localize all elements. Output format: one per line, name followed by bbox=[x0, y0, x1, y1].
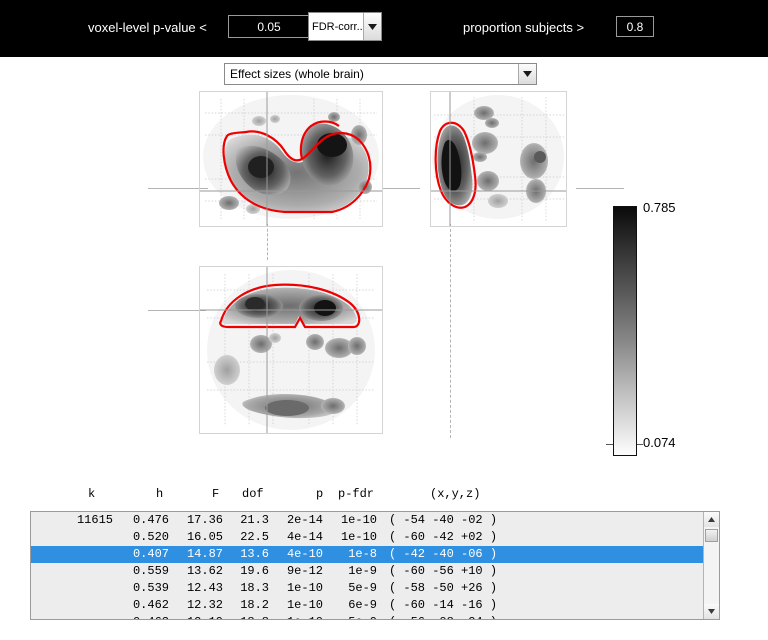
proportion-input[interactable]: 0.8 bbox=[616, 16, 654, 37]
cell-xyz: ( -54 -40 -02 ) bbox=[389, 513, 498, 527]
cell-xyz: ( -60 -14 -16 ) bbox=[389, 598, 498, 612]
pvalue-input-value: 0.05 bbox=[257, 19, 281, 34]
cell-dof: 18.3 bbox=[240, 581, 269, 595]
column-header-xyz: (x,y,z) bbox=[430, 487, 481, 501]
view-mode-dropdown[interactable]: Effect sizes (whole brain) bbox=[224, 63, 537, 85]
cell-F: 12.32 bbox=[186, 598, 223, 612]
cell-p: 2e-14 bbox=[286, 513, 323, 527]
pvalue-label: voxel-level p-value < bbox=[88, 20, 207, 35]
cell-xyz: ( -56 -08 -24 ) bbox=[389, 615, 497, 619]
cell-h: 0.520 bbox=[132, 530, 169, 544]
scroll-down-icon[interactable] bbox=[704, 604, 719, 619]
cell-pfdr: 1e-8 bbox=[348, 547, 377, 561]
cell-xyz: ( -42 -40 -06 ) bbox=[389, 547, 498, 561]
chevron-down-icon bbox=[363, 13, 381, 40]
cell-pfdr: 1e-10 bbox=[340, 513, 377, 527]
table-row[interactable]: 0.463 12.19 18.8 1e-10 5e-9 ( -56 -08 -24 ) bbox=[31, 614, 703, 619]
column-header-pfdr: p-fdr bbox=[338, 487, 375, 501]
cell-F: 12.43 bbox=[186, 581, 223, 595]
cell-h: 0.407 bbox=[132, 547, 169, 561]
table-row[interactable]: 0.407 14.87 13.6 4e-10 1e-8 ( -42 -40 -06 ) bbox=[31, 546, 703, 563]
cell-h: 0.476 bbox=[132, 513, 169, 527]
cell-p: 4e-10 bbox=[286, 547, 323, 561]
cell-F: 16.05 bbox=[186, 530, 223, 544]
results-table-scrollbar[interactable] bbox=[703, 512, 719, 619]
table-row[interactable]: 11615 0.476 17.36 21.3 2e-14 1e-10 ( -54 -40 -… bbox=[31, 512, 703, 529]
cell-xyz: ( -60 -42 +02 ) bbox=[389, 530, 498, 544]
cell-p: 4e-14 bbox=[286, 530, 323, 544]
column-header-h: h bbox=[156, 487, 164, 501]
cell-dof: 13.6 bbox=[240, 547, 269, 561]
crosshair-guide-lower-left bbox=[148, 310, 206, 311]
table-row[interactable]: 0.559 13.62 19.6 9e-12 1e-9 ( -60 -56 +10 ) bbox=[31, 563, 703, 580]
cell-xyz: ( -58 -50 +26 ) bbox=[389, 581, 498, 595]
cell-h: 0.559 bbox=[132, 564, 169, 578]
cell-dof: 18.2 bbox=[240, 598, 269, 612]
cell-pfdr: 1e-9 bbox=[348, 564, 377, 578]
colorbar-min-label: 0.074 bbox=[643, 435, 676, 450]
brain-slice-sagittal[interactable] bbox=[199, 266, 383, 434]
cell-pfdr: 1e-10 bbox=[340, 530, 377, 544]
cell-dof: 22.5 bbox=[240, 530, 269, 544]
cell-pfdr: 5e-9 bbox=[331, 615, 377, 619]
cell-h: 0.539 bbox=[132, 581, 169, 595]
results-table[interactable]: 11615 0.476 17.36 21.3 2e-14 1e-10 ( -54 -40 -… bbox=[30, 511, 720, 620]
colorbar: 0.785 0.074 bbox=[606, 200, 713, 466]
brain-slice-coronal[interactable] bbox=[430, 91, 567, 227]
cell-dof: 18.8 bbox=[231, 615, 269, 619]
crosshair-guide-right bbox=[576, 188, 624, 189]
cell-dof: 19.6 bbox=[240, 564, 269, 578]
cell-F: 14.87 bbox=[186, 547, 223, 561]
cell-p: 1e-10 bbox=[277, 615, 323, 619]
cell-dof: 21.3 bbox=[240, 513, 269, 527]
cell-pfdr: 5e-9 bbox=[348, 581, 377, 595]
threshold-toolbar: voxel-level p-value < 0.05 FDR-corr... p… bbox=[0, 0, 768, 57]
colorbar-gradient bbox=[613, 206, 637, 456]
brain-viewer-app: voxel-level p-value < 0.05 FDR-corr... p… bbox=[0, 0, 768, 640]
cell-F: 13.62 bbox=[186, 564, 223, 578]
table-row[interactable]: 0.462 12.32 18.2 1e-10 6e-9 ( -60 -14 -16 ) bbox=[31, 597, 703, 614]
cell-h: 0.462 bbox=[132, 598, 169, 612]
column-header-p: p bbox=[316, 487, 324, 501]
crosshair-guide-mid bbox=[382, 188, 420, 189]
correction-method-value: FDR-corr... bbox=[312, 20, 363, 33]
brain-slice-views: 0.785 0.074 bbox=[0, 88, 768, 456]
column-header-F: F bbox=[212, 487, 220, 501]
cell-F: 17.36 bbox=[186, 513, 223, 527]
cell-F: 12.19 bbox=[177, 615, 223, 619]
pvalue-input[interactable]: 0.05 bbox=[228, 15, 310, 38]
scrollbar-thumb[interactable] bbox=[705, 529, 718, 542]
results-table-header: k h F dof p p-fdr (x,y,z) bbox=[30, 487, 720, 507]
cell-xyz: ( -60 -56 +10 ) bbox=[389, 564, 498, 578]
brain-slice-axial[interactable] bbox=[199, 91, 383, 227]
correction-method-dropdown[interactable]: FDR-corr... bbox=[308, 12, 382, 41]
proportion-input-value: 0.8 bbox=[626, 19, 644, 34]
proportion-label: proportion subjects > bbox=[463, 20, 585, 35]
cell-pfdr: 6e-9 bbox=[348, 598, 377, 612]
crosshair-guide-vertical-a bbox=[267, 224, 268, 260]
view-mode-value: Effect sizes (whole brain) bbox=[230, 67, 364, 81]
chevron-down-icon bbox=[518, 64, 536, 84]
cell-p: 1e-10 bbox=[286, 581, 323, 595]
colorbar-max-label: 0.785 bbox=[643, 200, 676, 215]
results-table-body: 11615 0.476 17.36 21.3 2e-14 1e-10 ( -54 -40 -… bbox=[31, 512, 703, 619]
table-row[interactable]: 0.539 12.43 18.3 1e-10 5e-9 ( -58 -50 +26 ) bbox=[31, 580, 703, 597]
colorbar-tick-left bbox=[606, 444, 613, 445]
column-header-dof: dof bbox=[242, 487, 264, 501]
cell-k: 11615 bbox=[76, 513, 113, 527]
crosshair-guide-vertical-b bbox=[450, 224, 451, 438]
column-header-k: k bbox=[88, 487, 96, 501]
cell-h: 0.463 bbox=[123, 615, 169, 619]
table-row[interactable]: 0.520 16.05 22.5 4e-14 1e-10 ( -60 -42 +02 ) bbox=[31, 529, 703, 546]
cell-p: 1e-10 bbox=[286, 598, 323, 612]
scroll-up-icon[interactable] bbox=[704, 512, 719, 527]
cell-p: 9e-12 bbox=[286, 564, 323, 578]
